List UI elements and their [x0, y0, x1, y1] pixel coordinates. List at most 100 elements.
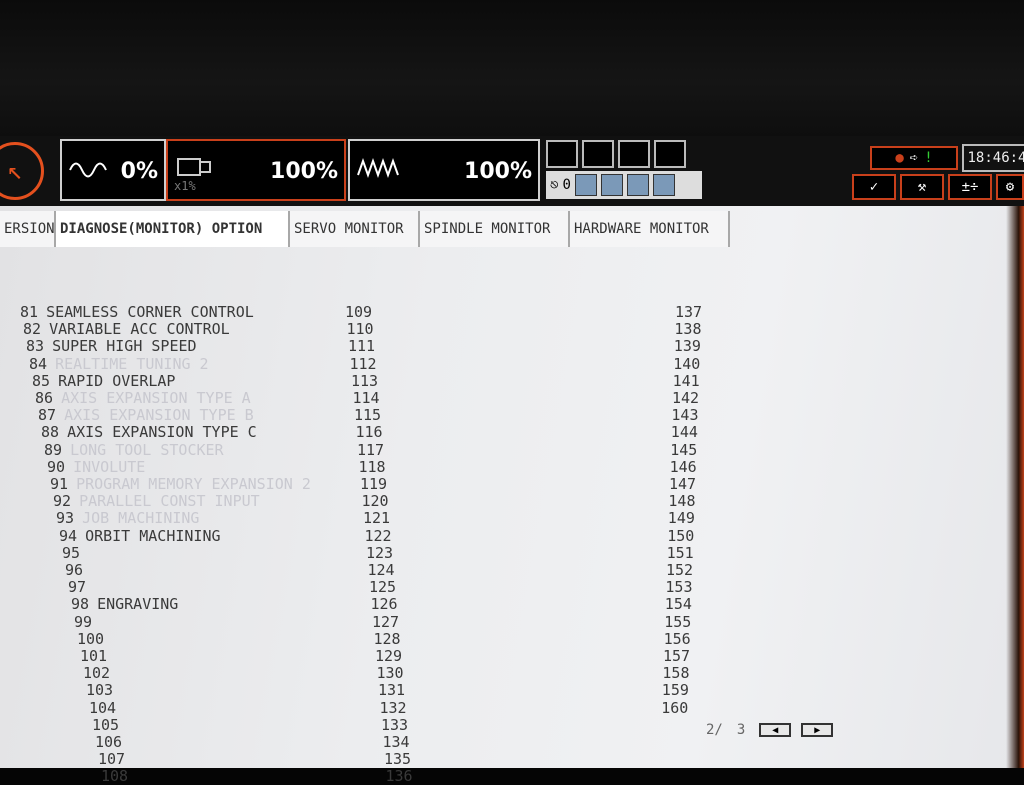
option-label: ORBIT MACHINING	[85, 526, 221, 545]
option-number: 118	[358, 457, 386, 476]
next-page-button[interactable]: ▶	[801, 723, 834, 737]
option-row: 96	[65, 561, 91, 579]
option-label: PARALLEL CONST INPUT	[79, 492, 260, 511]
option-number: 108	[101, 767, 129, 785]
monitor-bezel	[0, 0, 1024, 138]
option-number: 110	[346, 320, 374, 339]
diagnose-tabs: ERSION DIAGNOSE(MONITOR) OPTION SERVO MO…	[0, 211, 730, 247]
option-number: 126	[370, 595, 398, 614]
feed-override-value: 0%	[120, 159, 158, 184]
option-number: 143	[671, 406, 699, 425]
option-number: 97	[68, 578, 87, 597]
option-number: 93	[56, 509, 75, 528]
tab-hardware-monitor[interactable]: HARDWARE MONITOR	[570, 211, 730, 247]
option-row: 101	[80, 647, 115, 665]
option-number: 151	[666, 543, 694, 562]
option-number: 91	[50, 475, 69, 493]
option-number: 120	[361, 492, 389, 511]
option-number: 160	[661, 698, 689, 717]
option-number: 89	[44, 440, 63, 459]
page-current: 2/	[706, 722, 723, 738]
option-number: 159	[661, 681, 689, 700]
option-number: 121	[363, 509, 391, 528]
option-number: 94	[59, 526, 78, 545]
option-number: 141	[672, 371, 700, 390]
spindle-tool-icon	[177, 158, 211, 176]
tab-version[interactable]: ERSION	[0, 211, 56, 247]
option-number: 111	[348, 337, 376, 356]
option-number: 86	[35, 389, 54, 407]
status-slot-4	[654, 140, 686, 168]
option-number: 130	[376, 664, 404, 683]
option-row: 85 RAPID OVERLAP	[32, 372, 175, 390]
option-label: RAPID OVERLAP	[58, 371, 176, 390]
settings-button[interactable]: ⚙	[996, 174, 1024, 200]
option-row: 99	[74, 613, 100, 631]
option-label: LONG TOOL STOCKER	[70, 440, 224, 459]
prev-page-button[interactable]: ◀	[759, 723, 792, 737]
navigation-icon: ✓	[869, 179, 879, 195]
option-number: 128	[373, 629, 401, 648]
rapid-override-value: 100%	[270, 159, 338, 184]
calculator-button[interactable]: ±÷	[948, 174, 992, 200]
option-row: 91 PROGRAM MEMORY EXPANSION 2	[50, 475, 311, 493]
option-row: 105	[92, 716, 127, 734]
option-number: 156	[663, 629, 691, 648]
navigation-button[interactable]: ✓	[852, 174, 896, 200]
option-number: 96	[65, 561, 84, 579]
spindle-zigzag-icon	[357, 158, 399, 178]
counter-icon: ⎋	[550, 177, 559, 193]
pager: 2/ 3 ◀ ▶	[706, 722, 834, 738]
option-label: SUPER HIGH SPEED	[52, 337, 197, 356]
page-total: 3	[736, 722, 746, 738]
triangle-left-icon: ◀	[772, 724, 779, 736]
option-row: 81 SEAMLESS CORNER CONTROL	[20, 303, 254, 321]
option-number: 112	[349, 354, 377, 373]
option-number: 142	[672, 389, 700, 407]
rapid-override-sub: x1%	[174, 179, 196, 193]
option-label: AXIS EXPANSION TYPE B	[64, 406, 254, 425]
tab-spindle-monitor[interactable]: SPINDLE MONITOR	[420, 211, 570, 247]
counter-value: 0	[562, 177, 571, 193]
option-row: 102	[83, 664, 118, 682]
option-number: 115	[354, 406, 382, 425]
option-number: 100	[77, 629, 105, 648]
option-row: 89 LONG TOOL STOCKER	[44, 441, 224, 459]
feed-override-panel[interactable]: 0%	[60, 139, 166, 201]
option-row: 86 AXIS EXPANSION TYPE A	[35, 389, 251, 407]
calculator-icon: ±÷	[961, 179, 979, 195]
option-number: 158	[662, 664, 690, 683]
option-number: 137	[675, 303, 703, 321]
option-row: 104	[89, 699, 124, 717]
option-number: 144	[670, 423, 698, 442]
option-row: 88 AXIS EXPANSION TYPE C	[41, 423, 257, 441]
option-number: 98	[71, 595, 90, 614]
rapid-override-panel[interactable]: x1% 100%	[166, 139, 346, 201]
tab-servo-monitor[interactable]: SERVO MONITOR	[290, 211, 420, 247]
option-row: 100	[77, 630, 112, 648]
option-number: 99	[74, 612, 93, 631]
chip-icon	[652, 174, 675, 196]
option-label: JOB MACHINING	[82, 509, 200, 528]
option-row: 107	[98, 750, 133, 768]
option-number: 146	[669, 457, 697, 476]
option-number: 134	[382, 733, 410, 751]
option-row: 93 JOB MACHINING	[56, 509, 199, 527]
option-row: 92 PARALLEL CONST INPUT	[53, 492, 260, 510]
gear-icon: ⚙	[1005, 179, 1015, 195]
spindle-override-panel[interactable]: 100%	[348, 139, 540, 201]
alarm-button[interactable]: ● ➪ !	[870, 146, 958, 170]
option-row: 82 VARIABLE ACC CONTROL	[23, 320, 230, 338]
option-number: 101	[80, 647, 108, 665]
tab-diagnose-option[interactable]: DIAGNOSE(MONITOR) OPTION	[56, 211, 290, 247]
option-number: 84	[29, 354, 48, 373]
option-number: 135	[384, 750, 412, 769]
alarm-indicator: !	[924, 150, 933, 166]
option-number: 122	[364, 526, 392, 545]
option-number: 155	[664, 612, 692, 631]
screen-edge	[1006, 206, 1024, 768]
option-label: SEAMLESS CORNER CONTROL	[46, 303, 254, 321]
tool-button[interactable]: ⚒	[900, 174, 944, 200]
option-number: 88	[41, 423, 60, 442]
option-number: 116	[355, 423, 383, 442]
